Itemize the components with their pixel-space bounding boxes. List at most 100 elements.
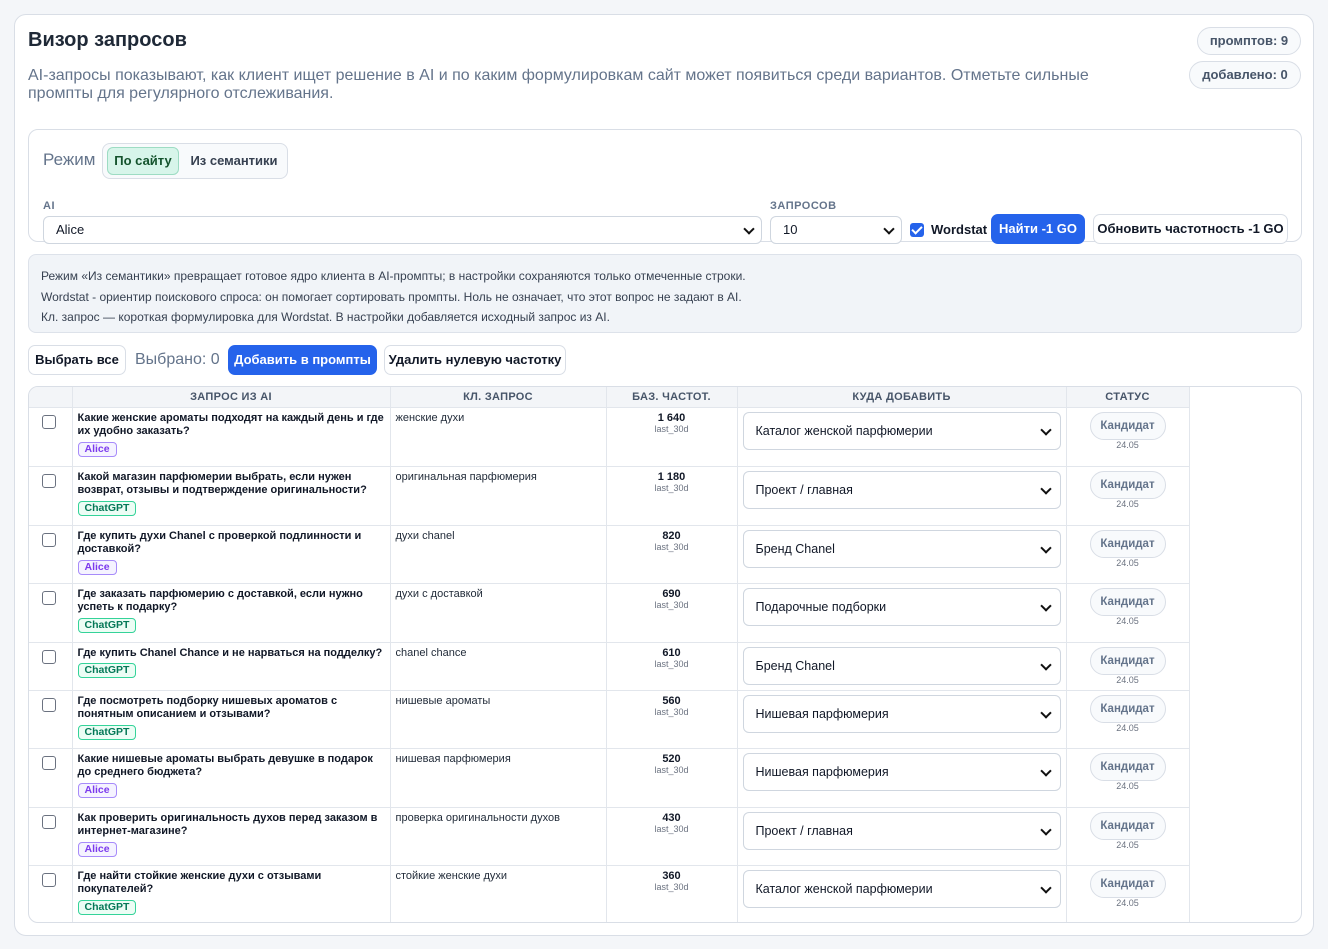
status-badge[interactable]: Кандидат: [1089, 587, 1166, 616]
keyword-cell: стойкие женские духи: [390, 865, 607, 922]
frequency-value: 1 640: [657, 411, 686, 424]
ai-source-tag: Alice: [77, 782, 117, 798]
frequency-value: 360: [662, 869, 681, 882]
table-header-row: ЗАПРОС ИЗ AI КЛ. ЗАПРОС БАЗ. ЧАСТОТ. КУД…: [29, 387, 1190, 408]
frequency-period: last_30d: [654, 423, 689, 434]
mode-switch: По сайту Из семантики: [102, 143, 288, 179]
target-select[interactable]: Каталог женской парфюмерии: [742, 869, 1061, 908]
ai-source-tag: ChatGPT: [77, 663, 137, 678]
row-select-cell: [29, 642, 73, 691]
target-select[interactable]: Бренд Chanel: [742, 646, 1061, 685]
row-checkbox[interactable]: [42, 649, 56, 664]
target-select-value: Каталог женской парфюмерии: [755, 423, 933, 438]
status-cell: Кандидат 24.05: [1066, 690, 1190, 749]
status-badge[interactable]: Кандидат: [1089, 529, 1166, 558]
select-all-button[interactable]: Выбрать все: [28, 345, 126, 375]
ai-query-text: Где заказать парфюмерию с доставкой, есл…: [77, 587, 363, 614]
keyword-cell: женские духи: [390, 407, 607, 467]
target-select-value: Нишевая парфюмерия: [755, 764, 889, 779]
chevron-down-icon: [1039, 823, 1052, 836]
status-badge[interactable]: Кандидат: [1089, 470, 1166, 499]
query-cell: Как проверить оригинальность духов перед…: [72, 807, 391, 866]
count-select-value: 10: [783, 222, 798, 237]
frequency-cell: 1 640 last_30d: [606, 407, 738, 467]
status-badge[interactable]: Кандидат: [1089, 646, 1166, 675]
row-select-cell: [29, 407, 73, 467]
status-badge[interactable]: Кандидат: [1089, 694, 1166, 723]
target-select[interactable]: Нишевая парфюмерия: [742, 752, 1061, 791]
keyword-text: нишевые ароматы: [395, 694, 491, 707]
info-line: Wordstat - ориентир поискового спроса: о…: [41, 289, 742, 304]
row-select-cell: [29, 807, 73, 866]
target-cell: Каталог женской парфюмерии: [737, 865, 1067, 922]
ai-source-tag: ChatGPT: [77, 617, 137, 633]
target-select-value: Нишевая парфюмерия: [755, 706, 889, 721]
mode-semantics-button[interactable]: Из семантики: [185, 147, 283, 175]
remove-zero-frequency-button[interactable]: Удалить нулевую частотку: [384, 345, 566, 375]
status-badge[interactable]: Кандидат: [1089, 752, 1166, 781]
keyword-cell: нишевые ароматы: [390, 690, 607, 749]
table-row: Где найти стойкие женские духи с отзывам…: [29, 865, 1190, 922]
row-checkbox[interactable]: [42, 697, 56, 712]
row-select-cell: [29, 690, 73, 749]
ai-query-text: Как проверить оригинальность духов перед…: [77, 811, 378, 838]
frequency-cell: 820 last_30d: [606, 525, 738, 584]
frequency-period: last_30d: [654, 823, 689, 834]
keyword-text: стойкие женские духи: [395, 869, 508, 882]
status-date: 24.05: [1116, 498, 1139, 509]
status-badge[interactable]: Кандидат: [1089, 811, 1166, 840]
frequency-cell: 690 last_30d: [606, 583, 738, 643]
row-checkbox[interactable]: [42, 872, 56, 887]
row-checkbox[interactable]: [42, 755, 56, 770]
query-cell: Какие женские ароматы подходят на каждый…: [72, 407, 391, 467]
row-select-cell: [29, 583, 73, 643]
row-checkbox[interactable]: [42, 590, 56, 605]
find-button[interactable]: Найти -1 GO: [991, 214, 1085, 244]
ai-select[interactable]: Alice: [43, 216, 762, 244]
mode-label: Режим: [43, 150, 96, 169]
row-checkbox[interactable]: [42, 414, 56, 429]
header-frequency: БАЗ. ЧАСТОТ.: [606, 387, 738, 408]
row-checkbox[interactable]: [42, 814, 56, 829]
query-cell: Где найти стойкие женские духи с отзывам…: [72, 865, 391, 922]
target-cell: Бренд Chanel: [737, 642, 1067, 691]
target-select[interactable]: Каталог женской парфюмерии: [742, 411, 1061, 450]
status-badge[interactable]: Кандидат: [1089, 411, 1166, 440]
header-keyword: КЛ. ЗАПРОС: [390, 387, 607, 408]
ai-query-text: Какие нишевые ароматы выбрать девушке в …: [77, 752, 373, 779]
target-cell: Нишевая парфюмерия: [737, 748, 1067, 808]
row-checkbox[interactable]: [42, 473, 56, 488]
target-select[interactable]: Нишевая парфюмерия: [742, 694, 1061, 733]
target-cell: Нишевая парфюмерия: [737, 690, 1067, 749]
info-line: Режим «Из семантики» превращает готовое …: [41, 269, 746, 283]
controls-panel: Режим По сайту Из семантики AI Alice ЗАП…: [28, 129, 1302, 244]
table-row: Какой магазин парфюмерии выбрать, если н…: [29, 466, 1190, 526]
target-select-value: Подарочные подборки: [755, 599, 887, 614]
status-cell: Кандидат 24.05: [1066, 642, 1190, 691]
status-cell: Кандидат 24.05: [1066, 407, 1190, 467]
target-select[interactable]: Проект / главная: [742, 470, 1061, 509]
table-row: Где купить духи Chanel с проверкой подли…: [29, 525, 1190, 584]
target-select[interactable]: Бренд Chanel: [742, 529, 1061, 568]
target-select[interactable]: Проект / главная: [742, 811, 1061, 850]
count-select[interactable]: 10: [770, 216, 902, 244]
row-checkbox[interactable]: [42, 532, 56, 547]
keyword-text: нишевая парфюмерия: [395, 752, 511, 765]
target-select[interactable]: Подарочные подборки: [742, 587, 1061, 626]
status-badge[interactable]: Кандидат: [1089, 869, 1166, 898]
keyword-cell: нишевая парфюмерия: [390, 748, 607, 808]
frequency-period: last_30d: [654, 706, 689, 717]
wordstat-checkbox[interactable]: [910, 223, 924, 237]
mode-on-site-button[interactable]: По сайту: [107, 147, 179, 175]
target-select-value: Проект / главная: [755, 823, 853, 838]
frequency-period: last_30d: [654, 482, 689, 493]
ai-select-value: Alice: [56, 222, 85, 237]
table-row: Какие нишевые ароматы выбрать девушке в …: [29, 748, 1190, 808]
ai-source-tag: Alice: [77, 559, 117, 575]
frequency-value: 430: [662, 811, 681, 824]
frequency-cell: 1 180 last_30d: [606, 466, 738, 526]
add-to-prompts-button[interactable]: Добавить в промпты: [228, 345, 377, 375]
chevron-down-icon: [1039, 706, 1052, 719]
frequency-period: last_30d: [654, 599, 689, 610]
refresh-frequency-button[interactable]: Обновить частотность -1 GO: [1093, 214, 1288, 244]
